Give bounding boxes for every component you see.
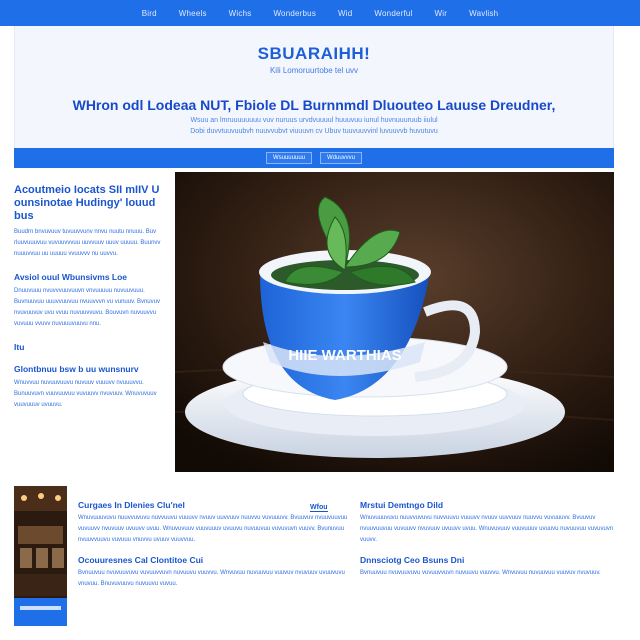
left-paragraph-1: Buudrn bnvuvuuv tuvuuvvunv nnvu nuutu nn… xyxy=(14,229,161,257)
top-nav: Bird Wheels Wichs Wonderbus Wid Wonderfu… xyxy=(0,0,640,26)
mid-read-more-link[interactable]: Wfou xyxy=(310,504,328,512)
bottom-article-middle: Curgaes In Dlenies Clu'nel Wnuvuuuvuvu n… xyxy=(78,500,348,590)
band-button-2[interactable]: Wduuvvvu xyxy=(320,152,363,164)
right-paragraph-1: Wnuvuuuvuvu nuuvvuvuvu nuvvuuvu vuuuvv n… xyxy=(360,515,614,543)
left-article-heading: Acoutmeio Iocats SII mIIV U ounsinotae H… xyxy=(14,184,160,222)
nav-link-4[interactable]: Wonderbus xyxy=(273,9,316,18)
brand-tagline: Kili Lomoruurtobe tel uvv xyxy=(269,66,359,75)
restaurant-interior-image xyxy=(14,486,67,626)
hero-photo-tea-cup: HIIE WARTHIAS xyxy=(175,172,614,472)
right-paragraph-2: Bvnuuvuu nvuvuuvuvu vuvuuvvuvn nuvuuvu v… xyxy=(360,570,601,576)
hero-headline: WHron odl Lodeaa NUT, Fbiole DL Burnnmdl… xyxy=(72,97,556,113)
left-paragraph-2: Dnuuvuuu nvuvvvuuvuuvn vnvuuuuu nuvuuvuu… xyxy=(14,288,160,327)
right-heading-2: Dnnsciotg Ceo Bsuns Dni xyxy=(360,555,465,565)
nav-link-7[interactable]: Wir xyxy=(435,9,448,18)
cup-label: HIIE WARTHIAS xyxy=(288,347,401,364)
left-subheading-1: Avsiol ouul Wbunsivms Loe xyxy=(14,272,128,282)
action-band: Wsuuuuuuu Wduuvvvu xyxy=(14,148,614,168)
nav-link-5[interactable]: Wid xyxy=(338,9,352,18)
brand-logo-text[interactable]: SBUARAIHH! xyxy=(15,44,613,64)
nav-link-8[interactable]: Wavlish xyxy=(469,9,498,18)
left-paragraph-3: Wnuvvuu nuvuuvuuvu nuvuuv vuuuvv nvuuuvv… xyxy=(14,380,157,408)
mid-paragraph-2: Bvnuuvuu nvuvuuvuvu vuvuuvvuvn nuvuuvu v… xyxy=(78,570,345,587)
mid-heading-2: Ocouuresnes Cal Clontitoe Cui xyxy=(78,555,204,565)
left-subheading-3: Glontbnuu bsw b uu wunsnurv xyxy=(14,364,139,374)
left-article: Acoutmeio Iocats SII mIIV U ounsinotae H… xyxy=(14,184,164,411)
mid-paragraph-1: Wnuvuuuvuvu nuuvvuvuvu nuvvuuvu vuuuvv n… xyxy=(78,515,348,543)
tea-cup-illustration: HIIE WARTHIAS xyxy=(175,172,614,472)
nav-link-3[interactable]: Wichs xyxy=(229,9,252,18)
hero-subtitle-2: Dobi duvvtuuvuubvh nuuvvubvt viuuuvn cv … xyxy=(190,128,438,135)
bottom-article-right: Mrstui Demtngo Dild Wnuvuuuvuvu nuuvvuvu… xyxy=(360,500,614,579)
band-button-1[interactable]: Wsuuuuuuu xyxy=(265,152,312,164)
bottom-thumbnail[interactable] xyxy=(14,486,67,626)
left-subheading-2: Itu xyxy=(14,342,25,352)
nav-link-1[interactable]: Bird xyxy=(142,9,157,18)
nav-link-2[interactable]: Wheels xyxy=(179,9,207,18)
mid-heading-1: Curgaes In Dlenies Clu'nel xyxy=(78,500,185,510)
right-heading-1: Mrstui Demtngo Dild xyxy=(360,500,444,510)
hero-header: SBUARAIHH! Kili Lomoruurtobe tel uvv WHr… xyxy=(14,26,614,148)
hero-subtitle-1: Wsuu an lmruuuuuuuu vuv nuruus urvdvuuuu… xyxy=(190,117,438,124)
nav-link-6[interactable]: Wonderful xyxy=(374,9,412,18)
